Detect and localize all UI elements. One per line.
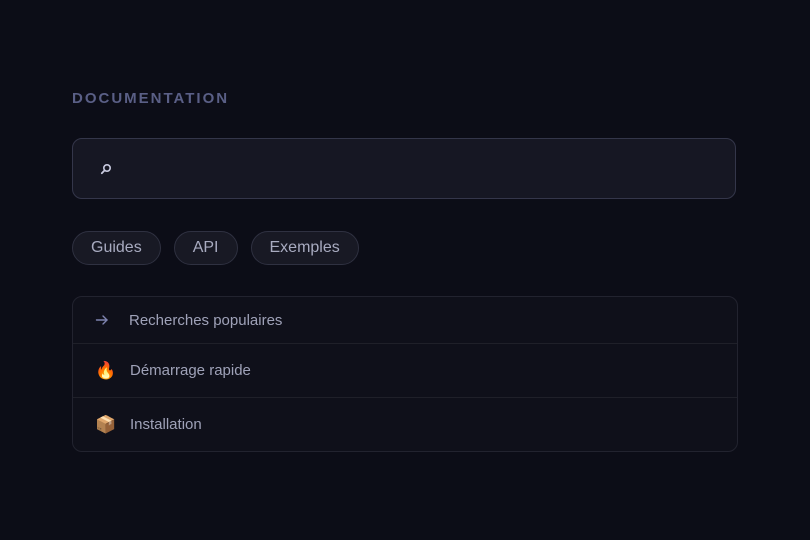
search-box[interactable] xyxy=(72,138,736,199)
fire-icon: 🔥 xyxy=(95,360,117,380)
arrow-right-icon xyxy=(95,314,115,326)
list-item-installation[interactable]: 📦 Installation xyxy=(73,397,737,451)
popular-searches-label: Recherches populaires xyxy=(129,311,283,329)
section-title: DOCUMENTATION xyxy=(72,90,230,107)
popular-searches-header: Recherches populaires xyxy=(73,297,737,343)
chip-exemples[interactable]: Exemples xyxy=(250,231,359,265)
results-list: Recherches populaires 🔥 Démarrage rapide… xyxy=(72,296,738,452)
filter-chips: Guides API Exemples xyxy=(72,231,359,265)
search-icon xyxy=(98,161,114,177)
package-icon: 📦 xyxy=(95,414,117,434)
list-item-quick-start[interactable]: 🔥 Démarrage rapide xyxy=(73,343,737,397)
chip-guides[interactable]: Guides xyxy=(72,231,161,265)
list-item-label: Installation xyxy=(130,416,202,433)
list-item-label: Démarrage rapide xyxy=(130,362,251,379)
chip-api[interactable]: API xyxy=(173,231,238,265)
search-input[interactable] xyxy=(114,138,735,199)
